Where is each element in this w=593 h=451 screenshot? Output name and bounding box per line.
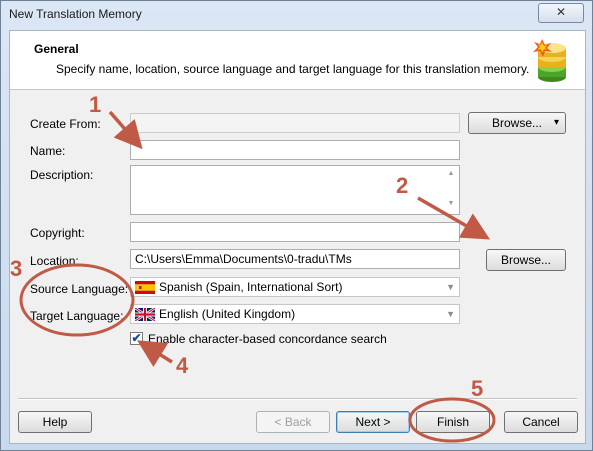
concordance-checkbox[interactable]: ✔ xyxy=(130,332,143,345)
location-browse-button[interactable]: Browse... xyxy=(486,249,566,271)
create-from-input[interactable] xyxy=(130,113,460,133)
scroll-down-icon[interactable]: ▼ xyxy=(445,200,457,210)
title-bar[interactable]: New Translation Memory ✕ xyxy=(1,1,592,29)
close-button[interactable]: ✕ xyxy=(538,3,584,23)
chevron-down-icon[interactable]: ▼ xyxy=(446,278,455,296)
cancel-button[interactable]: Cancel xyxy=(504,411,578,433)
description-label: Description: xyxy=(30,168,94,182)
footer-separator xyxy=(18,398,577,400)
source-language-value: Spanish (Spain, International Sort) xyxy=(159,280,343,294)
create-from-browse-button[interactable]: Browse... ▾ xyxy=(468,112,566,134)
concordance-label[interactable]: Enable character-based concordance searc… xyxy=(148,332,387,346)
wizard-header: General Specify name, location, source l… xyxy=(10,31,585,90)
target-language-label: Target Language: xyxy=(30,309,124,323)
name-input[interactable] xyxy=(130,140,460,160)
next-button[interactable]: Next > xyxy=(336,411,410,433)
page-description: Specify name, location, source language … xyxy=(56,62,530,76)
chevron-down-icon[interactable]: ▼ xyxy=(446,305,455,323)
source-language-label: Source Language: xyxy=(30,282,129,296)
target-language-select[interactable]: English (United Kingdom) ▼ xyxy=(130,304,460,324)
location-label: Location: xyxy=(30,254,79,268)
name-label: Name: xyxy=(30,144,66,158)
dialog-window: New Translation Memory ✕ General Specify… xyxy=(0,0,593,451)
source-language-select[interactable]: Spanish (Spain, International Sort) ▼ xyxy=(130,277,460,297)
window-title: New Translation Memory xyxy=(9,7,142,21)
back-button[interactable]: < Back xyxy=(256,411,330,433)
finish-button[interactable]: Finish xyxy=(416,411,490,433)
help-button[interactable]: Help xyxy=(18,411,92,433)
dialog-client-area: General Specify name, location, source l… xyxy=(9,30,586,444)
translation-memory-database-icon xyxy=(533,39,566,82)
scroll-up-icon[interactable]: ▲ xyxy=(445,170,457,180)
location-input[interactable]: C:\Users\Emma\Documents\0-tradu\TMs xyxy=(130,249,460,269)
page-title: General xyxy=(34,42,79,56)
create-from-label: Create From: xyxy=(30,117,101,131)
description-textarea[interactable]: ▲ ▼ xyxy=(130,165,460,215)
target-language-value: English (United Kingdom) xyxy=(159,307,296,321)
browse-button-label: Browse... xyxy=(491,116,542,130)
spain-flag-icon xyxy=(135,281,155,294)
copyright-input[interactable] xyxy=(130,222,460,242)
uk-flag-icon xyxy=(135,308,155,321)
copyright-label: Copyright: xyxy=(30,226,85,240)
chevron-down-icon: ▾ xyxy=(553,117,559,128)
